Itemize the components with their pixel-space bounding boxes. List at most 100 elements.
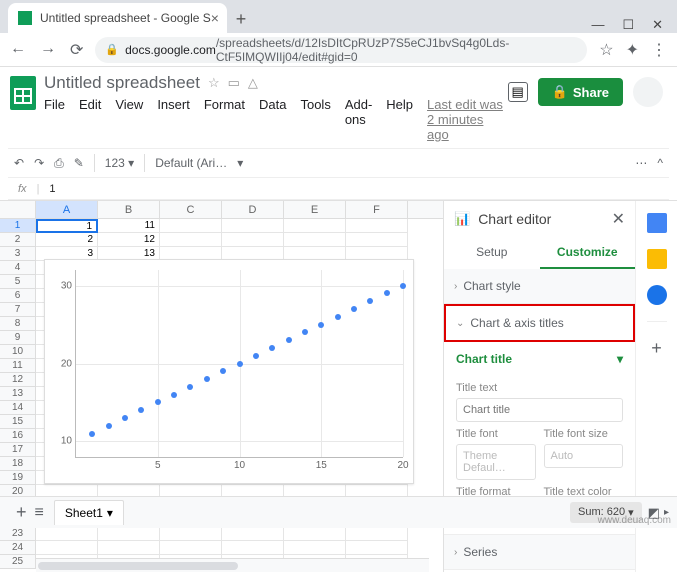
cell[interactable] [346, 219, 408, 233]
cell[interactable] [222, 219, 284, 233]
row-header[interactable]: 25 [0, 555, 36, 569]
doc-title[interactable]: Untitled spreadsheet [44, 73, 200, 93]
last-edit-link[interactable]: Last edit was 2 minutes ago [427, 97, 508, 142]
title-type-select[interactable]: Chart title ▾ [456, 346, 623, 376]
close-panel-icon[interactable]: ✕ [612, 209, 625, 229]
menu-format[interactable]: Format [204, 97, 245, 142]
row-header[interactable]: 19 [0, 471, 36, 485]
cell[interactable]: 11 [98, 219, 160, 233]
cell[interactable] [346, 541, 408, 555]
cell[interactable] [284, 541, 346, 555]
zoom-select[interactable]: 123 ▾ [105, 156, 134, 170]
row-header[interactable]: 9 [0, 331, 36, 345]
add-sheet-icon[interactable]: + [16, 502, 27, 523]
back-icon[interactable]: ← [10, 40, 26, 60]
title-font-size-select[interactable]: Auto [544, 444, 624, 468]
star-icon[interactable]: ☆ [208, 75, 220, 91]
row-header[interactable]: 6 [0, 289, 36, 303]
calendar-icon[interactable] [647, 213, 667, 233]
window-minimize-icon[interactable]: — [591, 17, 604, 33]
section-chart-axis-titles[interactable]: ⌄ Chart & axis titles [444, 304, 635, 342]
cell[interactable] [284, 527, 346, 541]
row-header[interactable]: 17 [0, 443, 36, 457]
reload-icon[interactable]: ⟳ [70, 40, 83, 60]
row-header[interactable]: 15 [0, 415, 36, 429]
keep-icon[interactable] [647, 249, 667, 269]
section-series[interactable]: › Series [444, 535, 635, 569]
row-header[interactable]: 10 [0, 345, 36, 359]
cell[interactable] [160, 527, 222, 541]
horizontal-scrollbar[interactable] [36, 558, 429, 572]
menu-edit[interactable]: Edit [79, 97, 101, 142]
new-tab-button[interactable]: + [227, 5, 255, 33]
row-header[interactable]: 1 [0, 219, 36, 233]
cell[interactable] [98, 527, 160, 541]
forward-icon[interactable]: → [40, 40, 56, 60]
select-all-corner[interactable] [0, 201, 36, 218]
row-header[interactable]: 11 [0, 359, 36, 373]
paint-icon[interactable]: ✎ [74, 156, 84, 170]
row-header[interactable]: 2 [0, 233, 36, 247]
menu-addons[interactable]: Add-ons [345, 97, 372, 142]
col-header[interactable]: A [36, 201, 98, 218]
cell[interactable]: 12 [98, 233, 160, 247]
cell[interactable] [222, 541, 284, 555]
row-header[interactable]: 5 [0, 275, 36, 289]
row-header[interactable]: 18 [0, 457, 36, 471]
toolbar-collapse-icon[interactable]: ^ [657, 156, 663, 170]
cell[interactable] [98, 541, 160, 555]
tasks-icon[interactable] [647, 285, 667, 305]
all-sheets-icon[interactable]: ≡ [35, 504, 44, 522]
comments-icon[interactable]: ▤ [508, 82, 528, 102]
close-tab-icon[interactable]: × [211, 10, 219, 26]
row-header[interactable]: 13 [0, 387, 36, 401]
address-bar[interactable]: 🔒 docs.google.com/spreadsheets/d/12IsDIt… [95, 37, 587, 63]
undo-icon[interactable]: ↶ [14, 156, 24, 170]
embedded-chart[interactable]: 1020305101520 [44, 259, 414, 484]
col-header[interactable]: C [160, 201, 222, 218]
toolbar-more-icon[interactable]: ⋯ [635, 156, 647, 170]
section-chart-style[interactable]: › Chart style [444, 269, 635, 303]
tab-setup[interactable]: Setup [444, 237, 540, 269]
sheets-logo-icon[interactable] [10, 73, 36, 113]
cell[interactable]: 1 [36, 219, 98, 233]
cell[interactable] [284, 233, 346, 247]
row-header[interactable]: 14 [0, 401, 36, 415]
redo-icon[interactable]: ↷ [34, 156, 44, 170]
bookmark-icon[interactable]: ☆ [599, 40, 613, 60]
row-header[interactable]: 16 [0, 429, 36, 443]
user-avatar[interactable] [633, 77, 663, 107]
cell[interactable] [36, 527, 98, 541]
menu-view[interactable]: View [115, 97, 143, 142]
window-maximize-icon[interactable]: ☐ [622, 17, 634, 33]
print-icon[interactable]: ⎙ [54, 156, 64, 171]
extensions-icon[interactable]: ✦ [626, 40, 639, 60]
menu-data[interactable]: Data [259, 97, 286, 142]
browser-tab[interactable]: Untitled spreadsheet - Google S × [8, 3, 227, 33]
cell[interactable] [346, 233, 408, 247]
fx-value[interactable]: 1 [49, 183, 55, 195]
row-header[interactable]: 3 [0, 247, 36, 261]
row-header[interactable]: 12 [0, 373, 36, 387]
title-font-select[interactable]: Theme Defaul… [456, 444, 536, 480]
tab-customize[interactable]: Customize [540, 237, 636, 269]
menu-file[interactable]: File [44, 97, 65, 142]
browser-menu-icon[interactable]: ⋮ [651, 40, 667, 60]
cell[interactable] [346, 527, 408, 541]
cell[interactable] [36, 541, 98, 555]
cloud-icon[interactable]: △ [248, 75, 258, 91]
font-select[interactable]: Default (Ari… [155, 156, 227, 170]
sheet-tab[interactable]: Sheet1 ▾ [54, 500, 124, 525]
cell[interactable] [160, 233, 222, 247]
share-button[interactable]: 🔒 Share [538, 78, 623, 106]
col-header[interactable]: F [346, 201, 408, 218]
row-header[interactable]: 8 [0, 317, 36, 331]
row-header[interactable]: 23 [0, 527, 36, 541]
cell[interactable] [222, 233, 284, 247]
title-text-input[interactable] [456, 398, 623, 422]
col-header[interactable]: E [284, 201, 346, 218]
cell[interactable] [222, 527, 284, 541]
cell[interactable] [284, 219, 346, 233]
menu-help[interactable]: Help [386, 97, 413, 142]
move-icon[interactable]: ▭ [228, 75, 240, 91]
